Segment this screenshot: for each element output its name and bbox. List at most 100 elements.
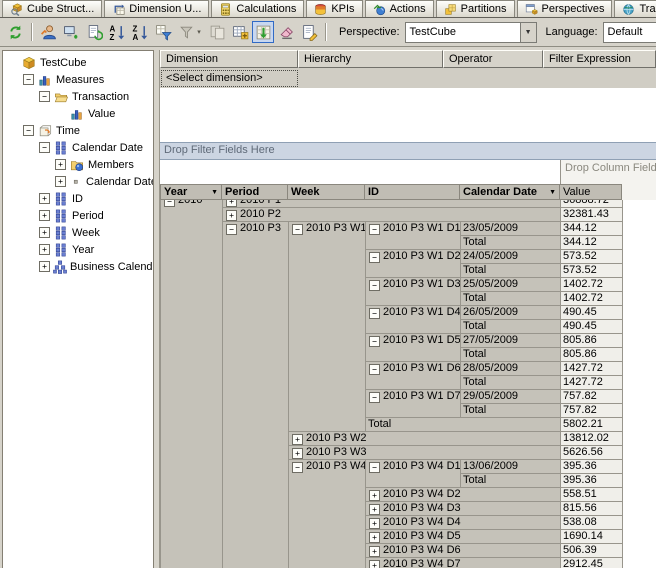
- expand-toggle[interactable]: +: [226, 210, 237, 221]
- member-cell[interactable]: −2010 P3 W1 D3: [365, 277, 461, 306]
- tab-perspectives[interactable]: Perspectives: [516, 0, 613, 17]
- tree-item-year[interactable]: + Year: [3, 241, 153, 258]
- copy-disabled-button[interactable]: [206, 21, 228, 43]
- tree-toggle[interactable]: −: [23, 74, 34, 85]
- total-label-cell[interactable]: Total: [459, 291, 562, 306]
- member-cell[interactable]: −2010 P3 W1 D5: [365, 333, 461, 362]
- properties-button[interactable]: [298, 21, 320, 43]
- filter-column-header-filter-expression[interactable]: Filter Expression: [543, 50, 656, 68]
- total-label-cell[interactable]: Total: [459, 347, 562, 362]
- tree-item-period[interactable]: + Period: [3, 207, 153, 224]
- tree-toggle[interactable]: +: [39, 227, 50, 238]
- tree-toggle[interactable]: −: [39, 142, 50, 153]
- perspective-select[interactable]: TestCube ▼: [404, 21, 537, 43]
- column-header-calendar-date[interactable]: Calendar Date ▼: [460, 184, 560, 200]
- column-header-week[interactable]: Week: [288, 184, 365, 200]
- member-cell[interactable]: +2010 P3 W4 D5: [364, 529, 562, 544]
- member-cell[interactable]: −2010 P3 W4 D1: [365, 459, 461, 488]
- tab-calculations[interactable]: Calculations: [211, 0, 305, 17]
- member-cell[interactable]: −2010: [160, 200, 223, 568]
- column-header-id[interactable]: ID: [365, 184, 460, 200]
- member-cell[interactable]: +2010 P3 W4 D3: [364, 501, 562, 516]
- expand-toggle[interactable]: −: [292, 462, 303, 473]
- expand-toggle[interactable]: +: [292, 448, 303, 459]
- sort-za-button[interactable]: ZA: [129, 21, 151, 43]
- expand-toggle[interactable]: +: [292, 434, 303, 445]
- select-dimension-cell[interactable]: <Select dimension>: [161, 69, 298, 87]
- member-cell[interactable]: −2010 P3 W1 D7: [365, 389, 461, 418]
- column-header-value[interactable]: Value: [560, 184, 622, 200]
- total-label-cell[interactable]: Total: [459, 375, 562, 390]
- member-cell[interactable]: −2010 P3 W1 D6: [365, 361, 461, 390]
- member-cell[interactable]: 28/05/2009: [459, 361, 562, 376]
- tree-item-value[interactable]: Value: [3, 105, 153, 122]
- column-header-year[interactable]: Year ▼: [160, 184, 222, 200]
- expand-toggle[interactable]: −: [369, 252, 380, 263]
- tree-item-business-calendar[interactable]: + Business Calendar: [3, 258, 153, 275]
- member-cell[interactable]: −2010 P3 W1 D2: [365, 249, 461, 278]
- member-cell[interactable]: 26/05/2009: [459, 305, 562, 320]
- expand-toggle[interactable]: +: [369, 504, 380, 515]
- grant-user-button[interactable]: [37, 21, 59, 43]
- expand-toggle[interactable]: +: [369, 518, 380, 529]
- total-label-cell[interactable]: Total: [459, 263, 562, 278]
- expand-toggle[interactable]: −: [369, 308, 380, 319]
- tree-toggle[interactable]: −: [23, 125, 34, 136]
- expand-toggle[interactable]: −: [369, 280, 380, 291]
- reconnect-button[interactable]: [4, 21, 26, 43]
- expand-toggle[interactable]: −: [226, 224, 237, 235]
- member-cell[interactable]: 29/05/2009: [459, 389, 562, 404]
- drop-filter-fields-zone[interactable]: Drop Filter Fields Here: [160, 142, 656, 160]
- total-label-cell[interactable]: Total: [459, 235, 562, 250]
- filter-column-header-operator[interactable]: Operator: [443, 50, 543, 68]
- expand-toggle[interactable]: −: [369, 462, 380, 473]
- expand-toggle[interactable]: −: [369, 364, 380, 375]
- filter-column-header-dimension[interactable]: Dimension: [160, 50, 298, 68]
- member-cell[interactable]: +2010 P3 W4 D6: [364, 543, 562, 558]
- tree-item-testcube[interactable]: TestCube: [3, 54, 153, 71]
- expand-toggle[interactable]: −: [369, 224, 380, 235]
- tab-kpis[interactable]: KPIs: [306, 0, 363, 17]
- tree-item-id[interactable]: + ID: [3, 190, 153, 207]
- expand-toggle[interactable]: −: [292, 224, 303, 235]
- expand-toggle[interactable]: +: [369, 532, 380, 543]
- filter-dropdown-icon[interactable]: ▼: [209, 189, 218, 196]
- filter-menu-button[interactable]: ▾: [175, 21, 205, 43]
- expand-toggle[interactable]: −: [369, 392, 380, 403]
- sort-az-button[interactable]: AZ: [106, 21, 128, 43]
- drilldown-button[interactable]: [252, 21, 274, 43]
- auto-filter-button[interactable]: [152, 21, 174, 43]
- process-button[interactable]: [83, 21, 105, 43]
- expand-toggle[interactable]: +: [369, 560, 380, 568]
- member-cell[interactable]: +2010 P3 W4 D4: [364, 515, 562, 530]
- total-label-cell[interactable]: Total: [459, 403, 562, 418]
- member-cell[interactable]: −2010 P3 W1 D4: [365, 305, 461, 334]
- column-header-period[interactable]: Period: [222, 184, 288, 200]
- member-cell[interactable]: +2010 P3 W2: [287, 431, 562, 446]
- tree-item-members[interactable]: + Members: [3, 156, 153, 173]
- member-cell[interactable]: −2010 P3 W4: [288, 459, 366, 568]
- tab-dimension-u[interactable]: Dimension U...: [104, 0, 210, 17]
- member-cell[interactable]: −2010 P3: [222, 221, 289, 568]
- tree-item-calendar-date[interactable]: + Calendar Date: [3, 173, 153, 190]
- member-cell[interactable]: +2010 P3 W4 D2: [364, 487, 562, 502]
- language-select[interactable]: Default: [602, 21, 656, 43]
- expand-toggle[interactable]: +: [226, 200, 237, 207]
- tab-cube-struct[interactable]: Cube Struct...: [2, 0, 103, 17]
- member-cell[interactable]: 23/05/2009: [459, 221, 562, 236]
- tree-item-time[interactable]: − Time: [3, 122, 153, 139]
- member-cell[interactable]: +2010 P1: [221, 200, 562, 208]
- show-empty-cells-button[interactable]: [229, 21, 251, 43]
- expand-toggle[interactable]: −: [164, 200, 175, 207]
- member-cell[interactable]: −2010 P3 W1 D1: [365, 221, 461, 250]
- filter-column-header-hierarchy[interactable]: Hierarchy: [298, 50, 443, 68]
- chevron-down-icon[interactable]: ▼: [519, 22, 536, 42]
- drop-column-fields-zone[interactable]: Drop Column Fields: [560, 160, 656, 184]
- member-cell[interactable]: 25/05/2009: [459, 277, 562, 292]
- member-cell[interactable]: 13/06/2009: [459, 459, 562, 474]
- tree-toggle[interactable]: +: [55, 159, 66, 170]
- filter-dropdown-icon[interactable]: ▼: [547, 189, 556, 196]
- tree-toggle[interactable]: +: [55, 176, 66, 187]
- total-label-cell[interactable]: Total: [364, 417, 562, 432]
- member-cell[interactable]: +2010 P3 W4 D7: [364, 557, 562, 568]
